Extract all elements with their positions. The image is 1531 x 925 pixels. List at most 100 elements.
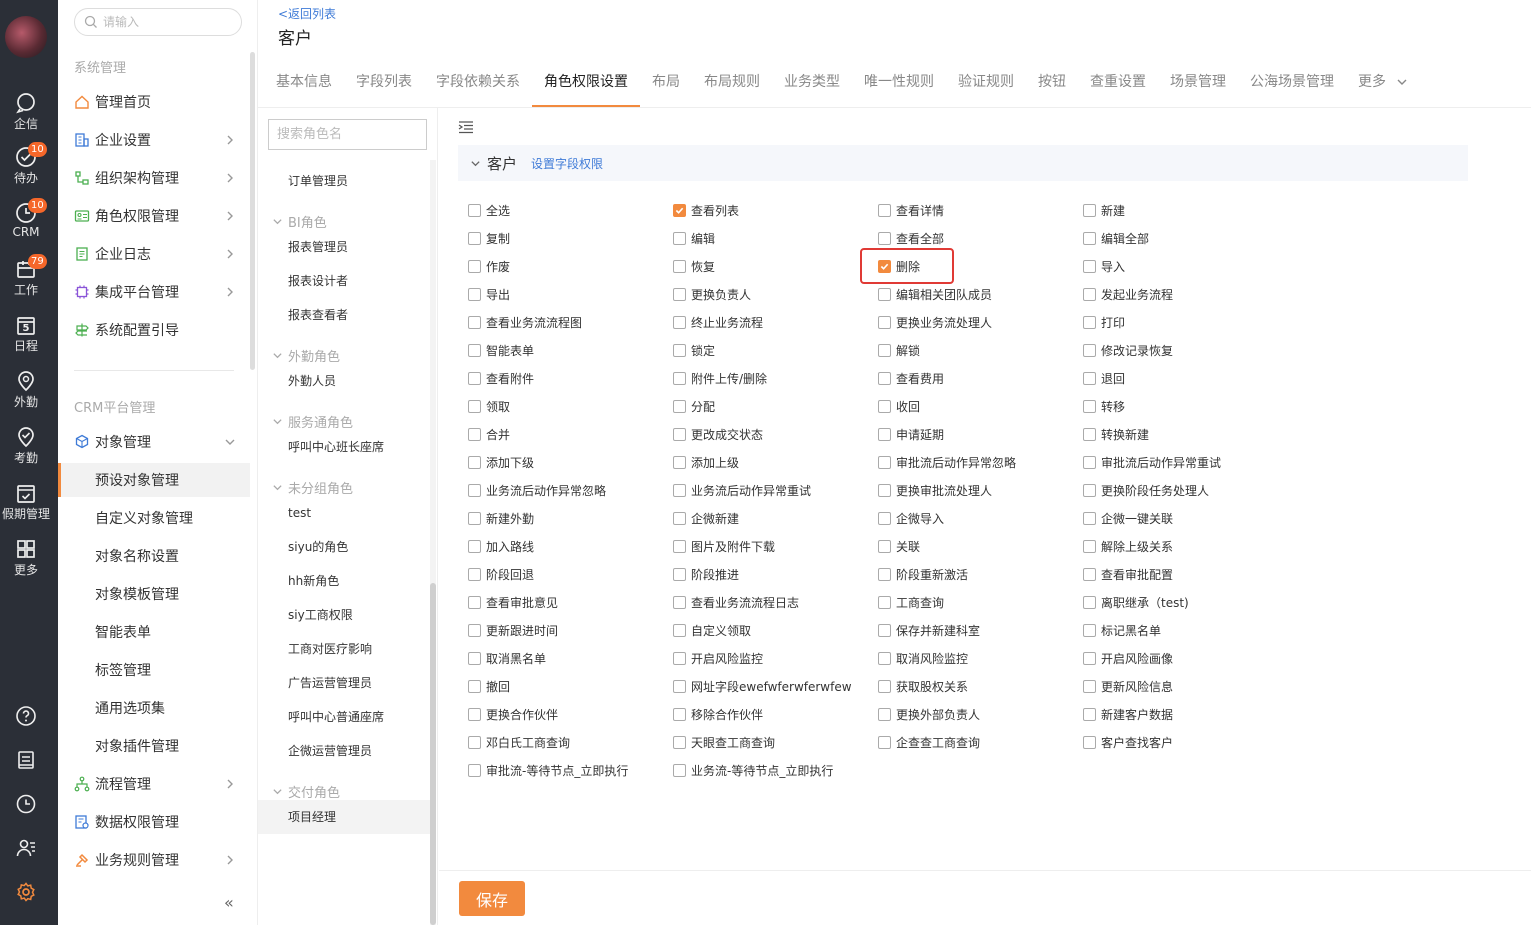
permission-checkbox[interactable]: 转换新建 [1083,424,1149,444]
checkbox-box[interactable] [673,455,686,469]
checkbox-box[interactable] [673,259,686,273]
checkbox-box[interactable] [468,287,481,301]
checkbox-box[interactable] [468,707,481,721]
permission-checkbox[interactable]: 更换外部负责人 [878,704,980,724]
role-scrollbar-thumb[interactable] [430,583,436,925]
checkbox-box[interactable] [1083,595,1096,609]
permission-checkbox[interactable]: 移除合作伙伴 [673,704,763,724]
checkbox-box[interactable] [1083,427,1096,441]
role-group-header[interactable]: 服务通角色 [272,412,353,431]
tab-7[interactable]: 唯一性规则 [852,62,946,106]
role-item[interactable]: 外勤人员 [258,364,430,398]
checkbox-box[interactable] [1083,483,1096,497]
nav-item-system-4[interactable]: 企业日志 [58,237,250,271]
rail-item-6[interactable]: 考勤 [0,426,52,466]
checkbox-box[interactable] [673,203,686,217]
tab-6[interactable]: 业务类型 [772,62,852,106]
permission-checkbox[interactable]: 标记黑名单 [1083,620,1161,640]
checkbox-box[interactable] [1083,343,1096,357]
permission-checkbox[interactable]: 阶段回退 [468,564,534,584]
checkbox-box[interactable] [673,511,686,525]
permission-checkbox[interactable]: 取消风险监控 [878,648,968,668]
permission-checkbox[interactable]: 更新风险信息 [1083,676,1173,696]
checkbox-box[interactable] [1083,567,1096,581]
permission-checkbox[interactable]: 企查查工商查询 [878,732,980,752]
permission-checkbox[interactable]: 企微新建 [673,508,739,528]
checkbox-box[interactable] [468,315,481,329]
checkbox-box[interactable] [673,231,686,245]
chevron-down-icon[interactable] [470,158,481,169]
checkbox-box[interactable] [1083,287,1096,301]
role-item[interactable]: 项目经理 [258,800,430,834]
nav-subitem-7[interactable]: 对象插件管理 [58,729,250,763]
checkbox-box[interactable] [468,511,481,525]
role-item[interactable]: 呼叫中心普通座席 [258,700,430,734]
nav-item-system-6[interactable]: 系统配置引导 [58,313,250,347]
checkbox-box[interactable] [878,231,891,245]
permission-checkbox[interactable]: 天眼查工商查询 [673,732,775,752]
permission-checkbox[interactable]: 更改成交状态 [673,424,763,444]
checkbox-box[interactable] [1083,203,1096,217]
nav-item-system-5[interactable]: 集成平台管理 [58,275,250,309]
back-to-list-link[interactable]: <返回列表 [278,5,336,22]
checkbox-box[interactable] [468,231,481,245]
checkbox-box[interactable] [878,483,891,497]
checkbox-box[interactable] [878,623,891,637]
permission-checkbox[interactable]: 审批流后动作异常忽略 [878,452,1016,472]
permission-checkbox[interactable]: 转移 [1083,396,1125,416]
checkbox-box[interactable] [878,595,891,609]
permission-checkbox[interactable]: 业务流后动作异常忽略 [468,480,606,500]
role-item[interactable]: 广告运营管理员 [258,666,430,700]
checkbox-box[interactable] [1083,707,1096,721]
nav-search-input[interactable] [103,13,233,31]
role-group-header[interactable]: 外勤角色 [272,346,340,365]
permission-checkbox[interactable]: 查看业务流流程日志 [673,592,799,612]
permission-checkbox[interactable]: 业务流-等待节点_立即执行 [673,760,833,780]
permission-checkbox[interactable]: 解锁 [878,340,920,360]
rail-item-1[interactable]: 待办 10 [0,142,52,186]
permission-checkbox[interactable]: 企微导入 [878,508,944,528]
checkbox-box[interactable] [468,539,481,553]
permission-checkbox[interactable]: 查看审批意见 [468,592,558,612]
permission-checkbox[interactable]: 关联 [878,536,920,556]
permission-checkbox[interactable]: 新建外勤 [468,508,534,528]
checkbox-box[interactable] [878,371,891,385]
permission-checkbox[interactable]: 撤回 [468,676,510,696]
permission-checkbox[interactable]: 邓白氏工商查询 [468,732,570,752]
indent-icon[interactable] [458,120,474,134]
nav-item-crm-1[interactable]: 数据权限管理 [58,805,250,839]
tab-2[interactable]: 字段依赖关系 [424,62,532,106]
rail-item-2[interactable]: CRM 10 [0,198,52,239]
permission-checkbox[interactable]: 开启风险监控 [673,648,763,668]
nav-item-system-1[interactable]: 企业设置 [58,123,250,157]
help-button[interactable] [0,705,52,727]
role-item[interactable]: 报表管理员 [258,230,430,264]
tab-10[interactable]: 查重设置 [1078,62,1158,106]
checkbox-box[interactable] [468,427,481,441]
checkbox-box[interactable] [1083,735,1096,749]
checkbox-box[interactable] [878,343,891,357]
collapse-nav-button[interactable]: « [224,893,234,912]
permission-checkbox[interactable]: 查看业务流流程图 [468,312,582,332]
permission-checkbox[interactable]: 新建客户数据 [1083,704,1173,724]
role-item[interactable]: 工商对医疗影响 [258,632,430,666]
checkbox-box[interactable] [673,651,686,665]
permission-checkbox[interactable]: 获取股权关系 [878,676,968,696]
permission-checkbox[interactable]: 编辑 [673,228,715,248]
permission-checkbox[interactable]: 导入 [1083,256,1125,276]
permission-checkbox[interactable]: 审批流后动作异常重试 [1083,452,1221,472]
permission-checkbox[interactable]: 客户查找客户 [1083,732,1173,752]
checkbox-box[interactable] [673,371,686,385]
permission-checkbox[interactable]: 复制 [468,228,510,248]
nav-item-crm-0[interactable]: 流程管理 [58,767,250,801]
permission-checkbox[interactable]: 领取 [468,396,510,416]
tab-13[interactable]: 更多 [1346,62,1420,106]
checkbox-box[interactable] [1083,371,1096,385]
checkbox-box[interactable] [673,287,686,301]
permission-checkbox[interactable]: 查看附件 [468,368,534,388]
tab-11[interactable]: 场景管理 [1158,62,1238,106]
checkbox-box[interactable] [878,399,891,413]
checkbox-box[interactable] [468,371,481,385]
tab-8[interactable]: 验证规则 [946,62,1026,106]
checkbox-box[interactable] [1083,399,1096,413]
